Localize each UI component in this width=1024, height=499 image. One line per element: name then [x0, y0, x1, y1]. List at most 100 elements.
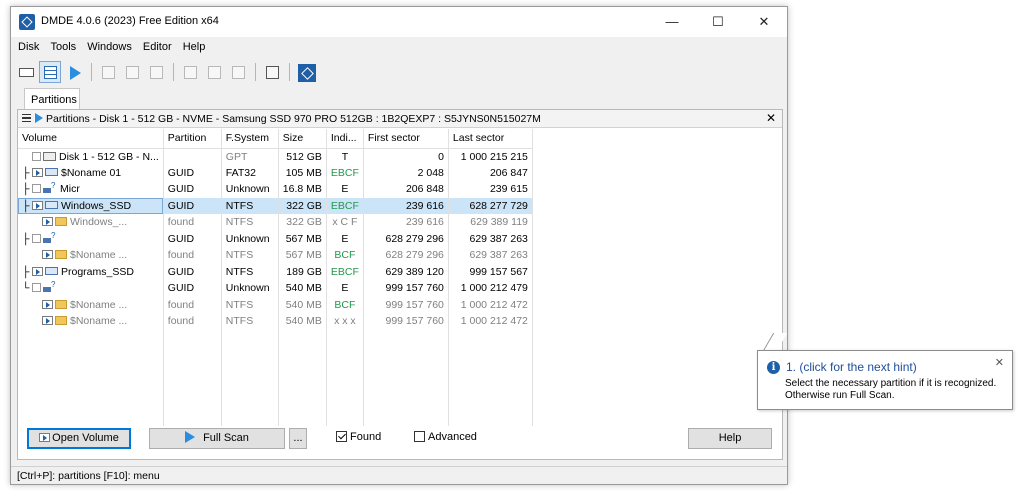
col-header-indicators[interactable]: Indi...	[326, 129, 364, 149]
partition-icon	[45, 167, 58, 176]
app-window: DMDE 4.0.6 (2023) Free Edition x64 — ☐ ✕…	[10, 6, 788, 485]
unknown-partition-icon	[43, 280, 57, 293]
table-row[interactable]: ├Micr GUID Unknown 16.8 MB E 206 848 239…	[18, 181, 533, 198]
scan-options-button[interactable]: ...	[289, 428, 307, 449]
table-row[interactable]: └ GUID Unknown 540 MB E 999 157 760 1 00…	[18, 280, 533, 297]
col-header-partition[interactable]: Partition	[163, 129, 222, 149]
folder-icon	[55, 316, 67, 326]
toolbar-separator	[173, 63, 174, 81]
table-row[interactable]: Disk 1 - 512 GB - N... GPT 512 GB T 0 1 …	[18, 148, 533, 165]
info-icon: i	[767, 361, 780, 374]
open-arrow-icon[interactable]	[42, 299, 53, 309]
col-header-size[interactable]: Size	[278, 129, 327, 149]
panel-close-button[interactable]: ✕	[766, 111, 776, 125]
partitions-button[interactable]	[39, 61, 61, 83]
folder-icon	[55, 250, 67, 260]
partitions-table: Volume Partition F.System Size Indi... F…	[18, 129, 533, 426]
bottom-action-bar: Open Volume Full Scan ... Found Advanced…	[17, 426, 783, 456]
layout-icon	[266, 66, 279, 79]
toolbar-button-disabled-4[interactable]	[179, 61, 201, 83]
table-row[interactable]: ├ Programs_SSD GUID NTFS 189 GB EBCF 629 …	[18, 263, 533, 280]
disk-select-button[interactable]	[15, 61, 37, 83]
open-arrow-icon	[39, 433, 51, 442]
tab-partitions[interactable]: Partitions	[24, 88, 80, 110]
title-bar[interactable]: DMDE 4.0.6 (2023) Free Edition x64 — ☐ ✕	[11, 7, 787, 37]
full-scan-toolbar-button[interactable]	[63, 61, 85, 83]
col-header-fsystem[interactable]: F.System	[221, 129, 279, 149]
table-row-selected[interactable]: ├ Windows_SSD GUID NTFS 322 GB EBCF 239 6…	[18, 197, 533, 214]
menu-tools[interactable]: Tools	[46, 38, 80, 53]
play-icon	[35, 113, 43, 123]
partition-icon	[45, 200, 58, 209]
minimize-button[interactable]: —	[649, 7, 695, 37]
dmde-logo-icon	[19, 14, 35, 30]
col-header-last-sector[interactable]: Last sector	[448, 129, 533, 149]
checkbox-checked-icon	[336, 431, 347, 442]
table-row[interactable]: Windows_... found NTFS 322 GB x C F 239 …	[18, 214, 533, 231]
open-arrow-icon[interactable]	[42, 250, 53, 260]
table-row[interactable]: $Noname ... found NTFS 540 MB BCF 999 15…	[18, 296, 533, 313]
partition-icon	[45, 266, 58, 275]
partitions-list-icon	[44, 66, 57, 79]
advanced-checkbox[interactable]: Advanced	[414, 431, 477, 443]
toolbar-button-disabled-2[interactable]	[121, 61, 143, 83]
open-arrow-icon[interactable]	[32, 200, 43, 210]
toolbar-button-disabled-3[interactable]	[145, 61, 167, 83]
table-row[interactable]: $Noname ... found NTFS 567 MB BCF 628 27…	[18, 247, 533, 264]
row-checkbox[interactable]	[32, 283, 41, 293]
menu-help[interactable]: Help	[179, 38, 210, 53]
close-button[interactable]: ✕	[741, 7, 787, 37]
status-bar: [Ctrl+P]: partitions [F10]: menu	[11, 466, 787, 484]
table-row[interactable]: $Noname ... found NTFS 540 MB x x x 999 …	[18, 313, 533, 330]
hamburger-menu-icon[interactable]	[22, 114, 31, 122]
open-volume-button[interactable]: Open Volume	[27, 428, 131, 449]
menu-editor[interactable]: Editor	[139, 38, 176, 53]
unknown-partition-icon	[43, 181, 57, 194]
dmde-logo-icon	[298, 64, 316, 82]
toolbar-button-disabled-1[interactable]	[97, 61, 119, 83]
windows-layout-button[interactable]	[261, 61, 283, 83]
view-icon	[184, 66, 197, 79]
menu-disk[interactable]: Disk	[14, 38, 43, 53]
toolbar-button-disabled-6[interactable]	[227, 61, 249, 83]
hint-title-link[interactable]: 1. (click for the next hint)	[786, 360, 917, 374]
table-row[interactable]: ├ $Noname 01 GUID FAT32 105 MB EBCF 2 048…	[18, 164, 533, 181]
toolbar-separator	[255, 63, 256, 81]
play-icon	[185, 431, 196, 443]
row-checkbox[interactable]	[32, 184, 41, 194]
hint-close-button[interactable]: ✕	[995, 356, 1004, 369]
hint-balloon[interactable]: i 1. (click for the next hint) ✕ Select …	[757, 350, 1013, 410]
open-arrow-icon[interactable]	[42, 217, 53, 227]
table-empty-area	[18, 329, 533, 426]
menu-windows[interactable]: Windows	[83, 38, 136, 53]
about-button[interactable]	[295, 61, 317, 83]
open-arrow-icon[interactable]	[32, 167, 43, 177]
help-button[interactable]: Help	[688, 428, 772, 449]
chart-icon	[232, 66, 245, 79]
col-header-first-sector[interactable]: First sector	[363, 129, 449, 149]
disk-icon	[43, 151, 56, 161]
document-icon	[150, 66, 163, 79]
col-header-volume[interactable]: Volume	[18, 129, 164, 149]
toolbar	[15, 59, 415, 85]
table-row[interactable]: ├ GUID Unknown 567 MB E 628 279 296 629 …	[18, 230, 533, 247]
search-icon	[126, 66, 139, 79]
panel-header: Partitions - Disk 1 - 512 GB - NVME - Sa…	[18, 110, 782, 128]
menu-bar: Disk Tools Windows Editor Help	[11, 38, 787, 56]
volume-name: Disk 1 - 512 GB - N...	[59, 150, 159, 163]
details-icon	[208, 66, 221, 79]
window-title: DMDE 4.0.6 (2023) Free Edition x64	[41, 15, 219, 27]
open-arrow-icon[interactable]	[32, 266, 43, 276]
full-scan-button[interactable]: Full Scan	[149, 428, 285, 449]
open-arrow-icon[interactable]	[42, 316, 53, 326]
play-icon	[70, 66, 81, 80]
table-header-row: Volume Partition F.System Size Indi... F…	[18, 129, 533, 149]
toolbar-button-disabled-5[interactable]	[203, 61, 225, 83]
found-checkbox[interactable]: Found	[336, 431, 381, 443]
maximize-button[interactable]: ☐	[695, 7, 741, 37]
toolbar-separator	[289, 63, 290, 81]
unknown-partition-icon	[43, 231, 57, 243]
checkbox-unchecked-icon	[414, 431, 425, 442]
row-checkbox[interactable]	[32, 233, 41, 243]
row-checkbox[interactable]	[32, 151, 41, 161]
